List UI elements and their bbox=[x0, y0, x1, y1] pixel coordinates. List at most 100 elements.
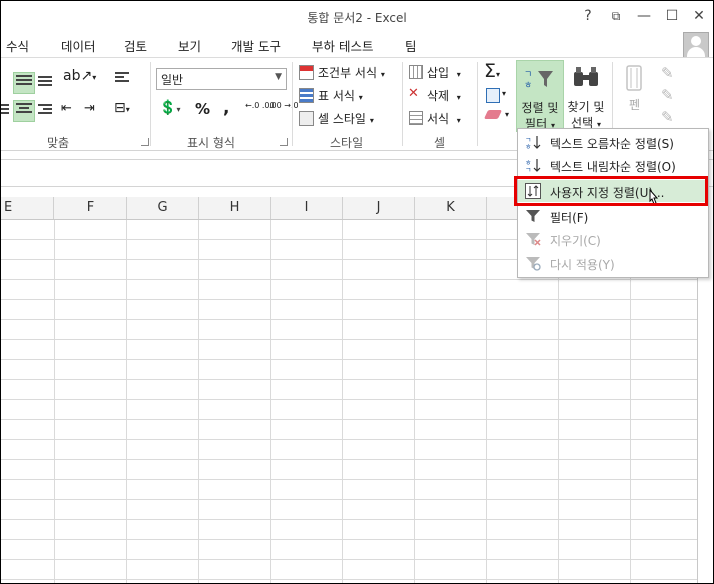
table-format-button[interactable]: 표 서식 ▾ bbox=[318, 87, 363, 104]
tab-formulas[interactable]: 수식 bbox=[6, 36, 29, 55]
cell-style-label: 셀 스타일 bbox=[318, 112, 366, 126]
format-cells-icon bbox=[409, 111, 423, 125]
delete-button[interactable]: 삭제 ▾ bbox=[427, 87, 461, 104]
help-button[interactable]: ? bbox=[575, 5, 601, 27]
fill-dropdown[interactable]: ▾ bbox=[502, 89, 506, 98]
maximize-button[interactable]: ☐ bbox=[659, 5, 685, 27]
tab-team[interactable]: 팀 bbox=[405, 36, 417, 55]
increase-indent-icon[interactable]: ⇥ bbox=[84, 101, 95, 116]
binoculars-icon bbox=[572, 66, 600, 88]
svg-text:ㅎ: ㅎ bbox=[524, 81, 532, 90]
ribbon-display-button[interactable]: ⧉ bbox=[603, 5, 629, 27]
ink-tool-3-icon: ✎ bbox=[661, 108, 674, 126]
group-separator bbox=[292, 62, 293, 146]
column-header-e[interactable]: E bbox=[1, 197, 54, 219]
eraser-icon[interactable] bbox=[483, 110, 503, 119]
sigma-icon: Σ bbox=[484, 60, 497, 82]
pen-icon bbox=[623, 64, 645, 94]
group-separator bbox=[402, 62, 403, 146]
format-button[interactable]: 서식 ▾ bbox=[427, 110, 461, 127]
number-format-value: 일반 bbox=[161, 73, 184, 87]
conditional-format-button[interactable]: 조건부 서식 ▾ bbox=[318, 64, 385, 81]
increase-decimal-button[interactable]: ←.0 .00 bbox=[245, 102, 275, 110]
column-header-k[interactable]: K bbox=[415, 197, 487, 219]
tab-developer[interactable]: 개발 도구 bbox=[231, 36, 281, 55]
svg-text:ㄱ: ㄱ bbox=[525, 166, 531, 173]
menu-item-reapply: 다시 적용(Y) bbox=[518, 252, 708, 274]
tab-review[interactable]: 검토 bbox=[124, 36, 147, 55]
column-header-h[interactable]: H bbox=[199, 197, 271, 219]
sort-filter-label-1: 정렬 및 bbox=[521, 101, 559, 115]
table-format-icon bbox=[299, 88, 314, 103]
find-select-button[interactable]: 찾기 및 선택 ▾ bbox=[563, 60, 609, 130]
fill-icon[interactable] bbox=[486, 88, 500, 103]
delete-label: 삭제 bbox=[427, 89, 450, 103]
align-middle-icon[interactable] bbox=[38, 76, 52, 88]
column-header-f[interactable]: F bbox=[55, 197, 127, 219]
find-select-label-1: 찾기 및 bbox=[567, 100, 605, 114]
align-top-icon[interactable] bbox=[13, 72, 35, 94]
menu-item-filter[interactable]: 필터(F) bbox=[518, 205, 708, 227]
align-center-icon[interactable] bbox=[13, 100, 35, 122]
title-bar: 통합 문서2 - Excel ? ⧉ — ☐ ✕ bbox=[1, 1, 713, 31]
conditional-format-label: 조건부 서식 bbox=[318, 66, 378, 80]
cell-style-button[interactable]: 셀 스타일 ▾ bbox=[318, 110, 374, 127]
conditional-format-icon bbox=[299, 65, 314, 80]
align-left-icon[interactable] bbox=[1, 104, 9, 116]
percent-button[interactable]: % bbox=[195, 100, 210, 118]
wrap-text-icon[interactable] bbox=[115, 72, 129, 84]
reapply-icon bbox=[525, 255, 541, 271]
group-label-number: 표시 형식 bbox=[187, 136, 235, 150]
insert-cells-icon bbox=[409, 65, 423, 79]
group-label-cells: 셀 bbox=[434, 136, 446, 150]
group-label-alignment: 맞춤 bbox=[47, 136, 70, 150]
sort-asc-icon: ㄱㅎ bbox=[525, 134, 541, 151]
currency-icon[interactable]: 💲▾ bbox=[159, 100, 180, 116]
column-header-i[interactable]: I bbox=[271, 197, 343, 219]
menu-item-sort-ascending[interactable]: ㄱㅎ 텍스트 오름차순 정렬(S) bbox=[518, 131, 708, 153]
delete-cells-icon: ✕ bbox=[408, 86, 419, 101]
svg-text:ㄱ: ㄱ bbox=[524, 70, 532, 80]
group-separator bbox=[477, 62, 478, 146]
table-format-label: 표 서식 bbox=[318, 89, 355, 103]
merge-center-icon[interactable]: ⊟▾ bbox=[114, 100, 130, 116]
alignment-launcher-icon[interactable] bbox=[141, 138, 149, 146]
svg-text:ㅎ: ㅎ bbox=[525, 143, 531, 150]
menu-item-sort-descending[interactable]: ㅎㄱ 텍스트 내림차순 정렬(O) bbox=[518, 154, 708, 176]
excel-window: 통합 문서2 - Excel ? ⧉ — ☐ ✕ 수식 데이터 검토 보기 개발… bbox=[0, 0, 714, 584]
insert-button[interactable]: 삽입 ▾ bbox=[427, 64, 461, 81]
sort-filter-button[interactable]: ㄱ ㅎ 정렬 및 필터 ▾ bbox=[516, 60, 564, 132]
insert-label: 삽입 bbox=[427, 66, 450, 80]
sort-desc-icon: ㅎㄱ bbox=[525, 157, 541, 174]
autosum-button[interactable]: Σ▾ bbox=[484, 60, 500, 82]
orientation-icon[interactable]: ab↗▾ bbox=[63, 68, 96, 84]
close-button[interactable]: ✕ bbox=[686, 5, 712, 27]
tab-view[interactable]: 보기 bbox=[178, 36, 201, 55]
chevron-down-icon: ▼ bbox=[275, 72, 282, 82]
number-launcher-icon[interactable] bbox=[280, 138, 288, 146]
number-format-select[interactable]: 일반 ▼ bbox=[156, 68, 287, 90]
ink-tool-2-icon: ✎ bbox=[661, 86, 674, 104]
group-label-styles: 스타일 bbox=[330, 136, 364, 150]
tab-load-test[interactable]: 부하 테스트 bbox=[312, 36, 373, 55]
ink-tool-1-icon: ✎ bbox=[661, 64, 674, 82]
sort-filter-icon: ㄱ ㅎ bbox=[524, 66, 554, 91]
clear-dropdown[interactable]: ▾ bbox=[505, 110, 509, 119]
user-avatar[interactable] bbox=[683, 32, 709, 58]
minimize-button[interactable]: — bbox=[631, 5, 657, 27]
column-header-g[interactable]: G bbox=[127, 197, 199, 219]
comma-button[interactable]: , bbox=[223, 98, 229, 118]
tab-data[interactable]: 데이터 bbox=[61, 36, 96, 55]
ribbon-tabs: 수식 데이터 검토 보기 개발 도구 부하 테스트 팀 bbox=[1, 31, 713, 57]
decrease-indent-icon[interactable]: ⇤ bbox=[61, 101, 72, 116]
align-right-icon[interactable] bbox=[38, 104, 52, 116]
cell-style-icon bbox=[299, 111, 314, 126]
menu-item-clear: 지우기(C) bbox=[518, 228, 708, 250]
highlight-box bbox=[514, 176, 708, 206]
group-separator bbox=[150, 62, 151, 146]
format-label: 서식 bbox=[427, 112, 450, 126]
filter-icon bbox=[525, 208, 541, 224]
column-header-j[interactable]: J bbox=[343, 197, 415, 219]
decrease-decimal-button[interactable]: .00 →.0 bbox=[269, 102, 299, 110]
clear-filter-icon bbox=[525, 231, 541, 247]
